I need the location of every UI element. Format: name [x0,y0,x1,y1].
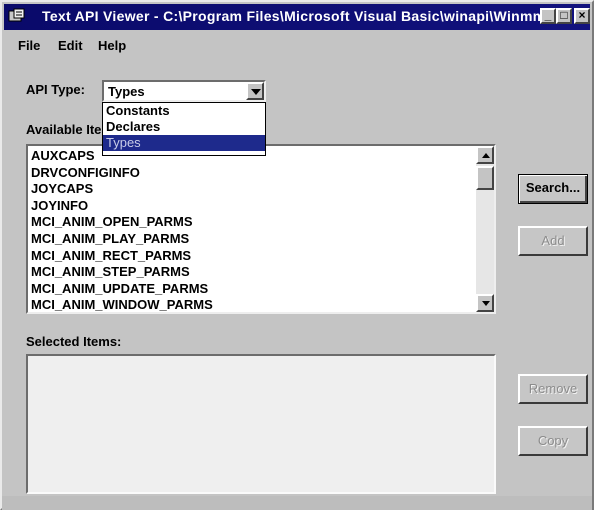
title-bar[interactable]: Text API Viewer - C:\Program Files\Micro… [4,4,590,30]
available-items-list[interactable]: AUXCAPS DRVCONFIGINFO JOYCAPS JOYINFO MC… [26,144,496,314]
close-icon: × [578,8,586,22]
combo-dropdown-button[interactable] [246,82,264,100]
window-bottom-edge [2,496,592,510]
dropdown-option-constants[interactable]: Constants [103,103,265,119]
list-item[interactable]: MCI_ANIM_RECT_PARMS [31,248,213,265]
menu-edit[interactable]: Edit [58,38,83,53]
selected-items-box[interactable] [26,354,496,494]
menu-help[interactable]: Help [98,38,126,53]
add-button[interactable]: Add [518,226,588,256]
list-item[interactable]: MCI_ANIM_STEP_PARMS [31,264,213,281]
api-type-label: API Type: [26,82,85,97]
search-button[interactable]: Search... [518,174,588,204]
scroll-up-button[interactable] [476,146,494,164]
window-title: Text API Viewer - C:\Program Files\Micro… [42,8,567,24]
dropdown-option-types[interactable]: Types [103,135,265,151]
menu-file[interactable]: File [18,38,40,53]
maximize-icon: □ [560,8,568,22]
minimize-button[interactable]: _ [540,8,556,24]
available-items-label: Available Ite [26,122,102,137]
list-item[interactable]: DRVCONFIGINFO [31,165,213,182]
api-type-value: Types [108,84,145,99]
list-item[interactable]: JOYINFO [31,198,213,215]
list-item[interactable]: MCI_ANIM_UPDATE_PARMS [31,281,213,298]
list-item[interactable]: MCI_ANIM_PLAY_PARMS [31,231,213,248]
minimize-icon: _ [544,8,552,22]
scroll-thumb[interactable] [476,166,494,190]
arrow-down-icon [482,301,490,306]
copy-button[interactable]: Copy [518,426,588,456]
list-item[interactable]: MCI_ANIM_WINDOW_PARMS [31,297,213,312]
close-button[interactable]: × [574,8,590,24]
menu-bar: File Edit Help [4,34,590,56]
scroll-down-button[interactable] [476,294,494,312]
arrow-up-icon [482,153,490,158]
chevron-down-icon [251,89,261,95]
api-type-combobox[interactable]: Types [102,80,266,102]
maximize-button[interactable]: □ [556,8,572,24]
remove-button[interactable]: Remove [518,374,588,404]
dropdown-option-declares[interactable]: Declares [103,119,265,135]
api-type-dropdown-list: Constants Declares Types [102,102,266,156]
list-item[interactable]: MCI_ANIM_OPEN_PARMS [31,214,213,231]
list-item[interactable]: JOYCAPS [31,181,213,198]
selected-items-label: Selected Items: [26,334,122,349]
app-icon [8,8,25,22]
vertical-scrollbar[interactable] [476,146,494,312]
app-window: Text API Viewer - C:\Program Files\Micro… [0,0,594,510]
